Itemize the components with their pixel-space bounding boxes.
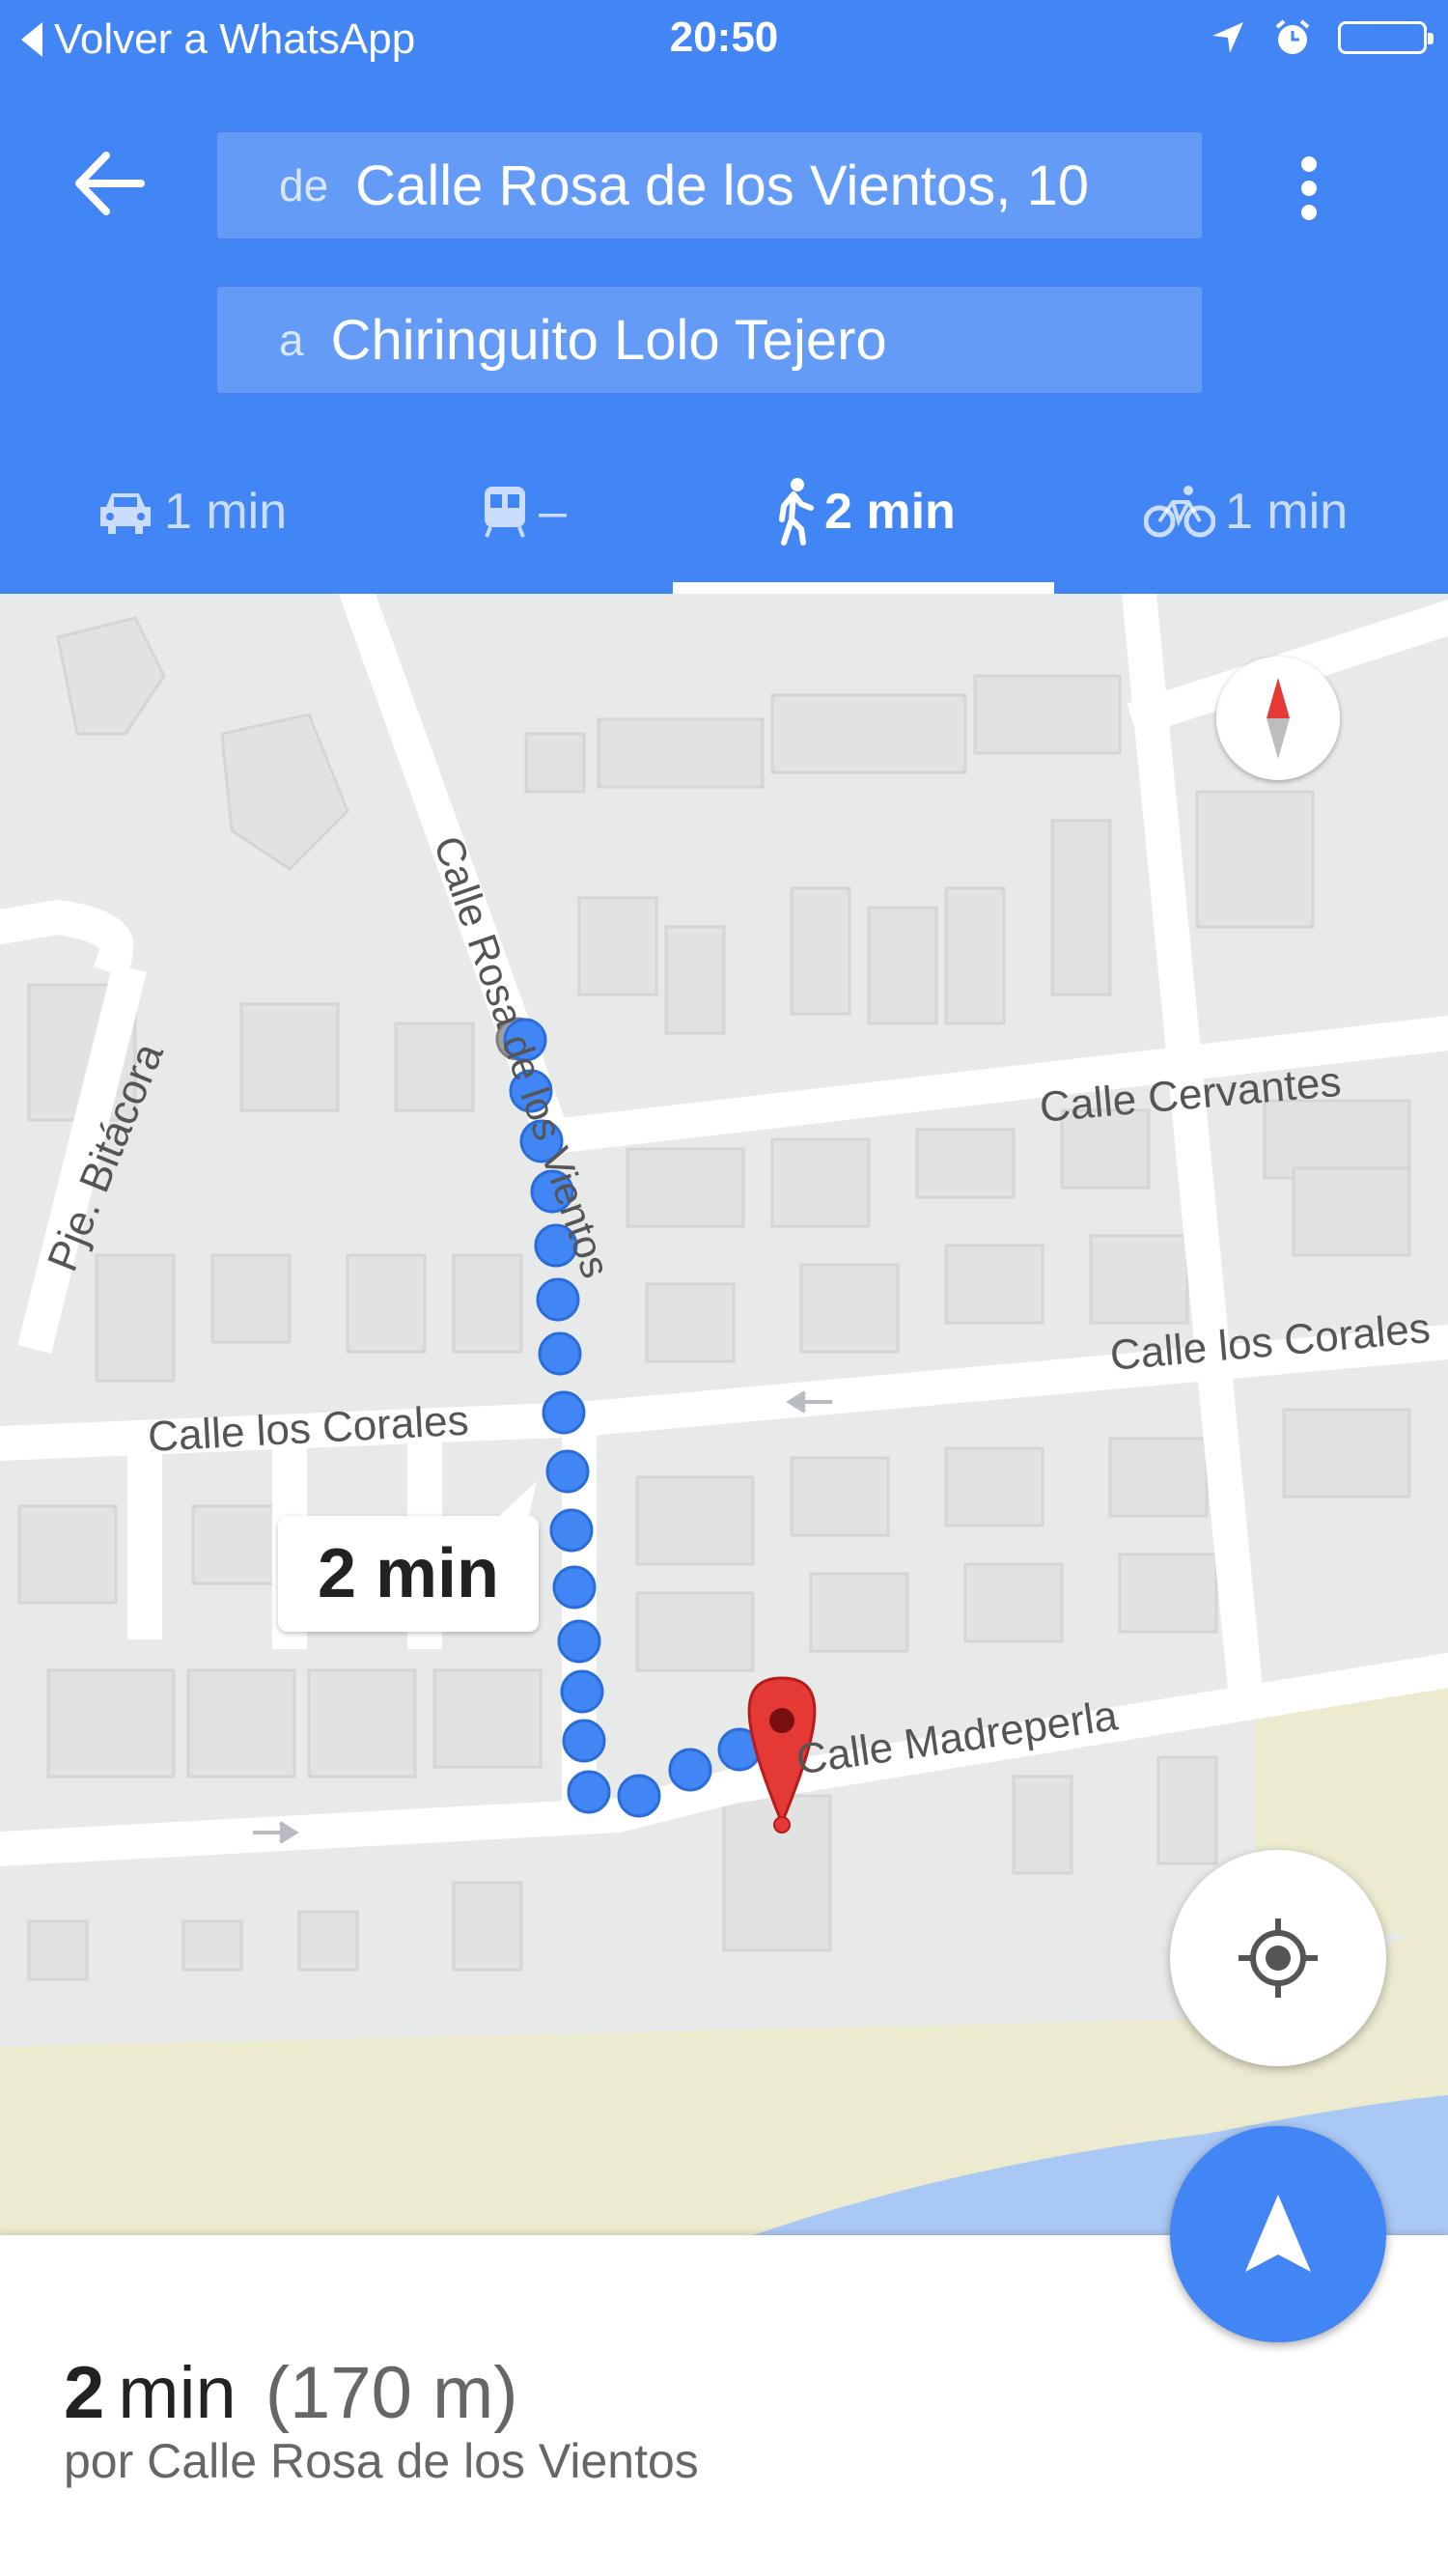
compass-icon [1267, 678, 1290, 759]
tab-transit-label: – [539, 484, 567, 540]
origin-prefix: de [279, 160, 329, 210]
alarm-icon [1275, 19, 1310, 54]
selected-tab-indicator [673, 582, 1054, 594]
directions-header: Volver a WhatsApp 20:50 de Calle Rosa de… [0, 0, 1448, 594]
location-arrow-icon [1212, 22, 1243, 53]
tab-transit[interactable]: – [481, 473, 567, 550]
navigation-arrow-icon [1245, 2195, 1311, 2272]
origin-field[interactable]: de Calle Rosa de los Vientos, 10 [217, 132, 1202, 238]
bike-icon [1144, 486, 1215, 538]
destination-value: Chiringuito Lolo Tejero [330, 308, 887, 372]
tab-walking-label: 2 min [824, 484, 956, 540]
route-time-bubble[interactable]: 2 min [278, 1481, 539, 1632]
compass-button[interactable] [1216, 657, 1340, 780]
destination-field[interactable]: a Chiringuito Lolo Tejero [217, 287, 1202, 393]
status-bar: Volver a WhatsApp 20:50 [0, 0, 1448, 77]
route-via: por Calle Rosa de los Vientos [64, 2434, 699, 2488]
route-distance: (170 m) [265, 2352, 518, 2434]
back-arrow-icon[interactable] [71, 150, 145, 217]
duration-unit: min [118, 2352, 237, 2434]
walk-icon [779, 478, 814, 546]
battery-icon [1338, 21, 1434, 54]
crosshair-icon [1239, 1918, 1318, 1998]
more-options-icon[interactable] [1290, 154, 1328, 222]
map-view[interactable]: Calle Rosa de los Vientos Pje. Bitácora … [0, 594, 1448, 2235]
tab-driving-label: 1 min [164, 484, 288, 540]
tab-walking[interactable]: 2 min [772, 473, 956, 550]
car-icon [100, 493, 151, 534]
transit-icon [485, 487, 525, 538]
start-navigation-button[interactable] [1170, 2126, 1386, 2342]
tab-driving[interactable]: 1 min [97, 473, 287, 550]
destination-prefix: a [279, 315, 304, 365]
tab-cycling-label: 1 min [1225, 484, 1349, 540]
origin-value: Calle Rosa de los Vientos, 10 [355, 154, 1090, 217]
duration-number: 2 [64, 2352, 105, 2434]
route-summary: 2 min (170 m) [64, 2351, 518, 2435]
travel-mode-tabs: 1 min – 2 min 1 min [0, 454, 1448, 589]
route-time-bubble-text: 2 min [317, 1535, 500, 1612]
my-location-button[interactable] [1170, 1850, 1386, 2066]
tab-cycling[interactable]: 1 min [1144, 473, 1348, 550]
bubble-pointer [481, 1481, 537, 1533]
